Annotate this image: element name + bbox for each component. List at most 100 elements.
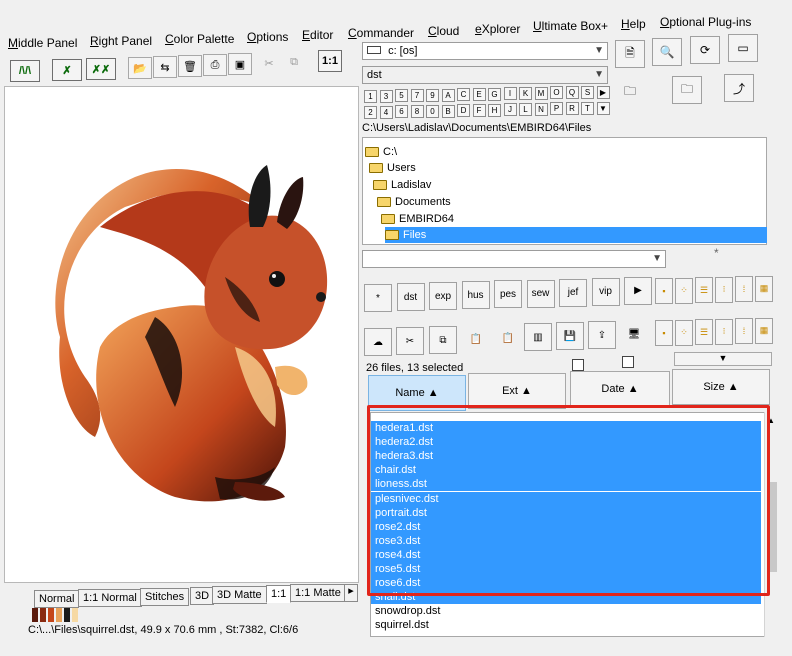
key-button[interactable]: H	[488, 103, 501, 117]
key-button[interactable]: 2	[364, 106, 377, 119]
tab-3d-matte[interactable]: 3D Matte	[212, 586, 267, 604]
menu-right-panel[interactable]: Right Panel	[90, 34, 152, 48]
column-header-size[interactable]: Size ▲	[672, 369, 770, 405]
save-files-button[interactable]: 💾	[556, 322, 584, 350]
stitch-remove-button[interactable]: ✗✗	[86, 58, 116, 80]
file-row[interactable]: hedera3.dst	[371, 449, 761, 464]
play-icon[interactable]: ▶	[596, 85, 610, 99]
tab-1to1[interactable]: 1:1	[266, 585, 292, 603]
column-header-name[interactable]: Name ▲	[368, 375, 466, 411]
cut-button[interactable]: ✂	[257, 52, 281, 74]
file-row[interactable]: rose2.dst	[371, 519, 761, 534]
ratio-1to1-button[interactable]: 1:1	[318, 50, 342, 72]
print-button[interactable]: ⎙	[203, 54, 227, 76]
key-button[interactable]: 4	[379, 105, 393, 119]
color-sort-icon[interactable]: ⁝	[715, 276, 733, 303]
key-button[interactable]: S	[581, 85, 594, 99]
save-button[interactable]: ▣	[228, 53, 252, 75]
tab-3d[interactable]: 3D	[190, 587, 215, 605]
batch-button[interactable]: ▥	[524, 323, 552, 351]
file-row[interactable]: hedera2.dst	[371, 435, 761, 450]
menu-editor[interactable]: Editor	[302, 28, 333, 42]
menu-commander[interactable]: Commander	[348, 26, 414, 40]
zoom-button[interactable]: 🔍	[652, 38, 682, 66]
format-button[interactable]: vip	[591, 277, 620, 306]
key-button[interactable]: C	[457, 88, 470, 102]
menu-help[interactable]: Help	[621, 17, 646, 31]
tree-item[interactable]: Documents	[377, 194, 451, 210]
export-button[interactable]: ⇪	[588, 321, 616, 349]
properties-button[interactable]: ▭	[728, 34, 758, 62]
color-sort-icon[interactable]: ▦	[755, 275, 773, 302]
copy-files-button[interactable]: ⧉	[429, 326, 457, 354]
file-row[interactable]: chair.dst	[371, 463, 761, 478]
color-palette-strip[interactable]	[32, 608, 78, 622]
key-button[interactable]: P	[550, 102, 563, 116]
color-sort-icon[interactable]: ▦	[755, 317, 773, 344]
move-button[interactable]: ⇆	[153, 56, 177, 78]
tab-stitches[interactable]: Stitches	[140, 588, 190, 606]
refresh-button[interactable]: ⟳	[690, 36, 720, 64]
delete-button[interactable]: 🗑	[178, 55, 202, 77]
key-button[interactable]: T	[581, 101, 594, 115]
key-button[interactable]: 5	[395, 89, 408, 103]
format-button[interactable]: jef	[559, 278, 587, 307]
color-sort-icon[interactable]: ⁝	[715, 318, 733, 345]
menu-options[interactable]: Options	[247, 30, 288, 44]
color-sort-icon[interactable]: ⁞	[735, 276, 753, 302]
color-sort-icon[interactable]: ▪	[655, 320, 673, 346]
key-button[interactable]: 3	[379, 89, 393, 103]
tab-1to1-matte[interactable]: 1:1 Matte	[290, 584, 346, 602]
color-sort-icon[interactable]: ⁘	[675, 319, 693, 346]
file-row[interactable]: lioness.dst	[371, 477, 761, 492]
column-header-date[interactable]: Date ▲	[570, 371, 670, 407]
key-button[interactable]: L	[519, 103, 532, 116]
tab-normal[interactable]: Normal	[34, 590, 80, 608]
file-row[interactable]: squirrel.dst	[371, 618, 761, 632]
tree-item[interactable]: Users	[369, 160, 416, 176]
key-button[interactable]: 1	[364, 90, 377, 103]
date-checkbox[interactable]	[622, 356, 634, 368]
file-row[interactable]: hedera1.dst	[371, 421, 761, 435]
key-button[interactable]: G	[488, 87, 501, 101]
file-row[interactable]: rose4.dst	[371, 547, 761, 562]
cloud-button[interactable]: ☁	[364, 328, 392, 356]
color-sort-icon[interactable]: ☰	[695, 277, 713, 303]
ext-checkbox[interactable]	[572, 359, 584, 371]
key-button[interactable]: D	[457, 104, 470, 118]
stitch-edit-button[interactable]: ✗	[52, 59, 82, 81]
search-input[interactable]: ▼	[362, 250, 666, 268]
format-button[interactable]: sew	[526, 279, 555, 308]
filter-select[interactable]: dst ▼	[362, 66, 608, 84]
key-button[interactable]: F	[472, 103, 486, 117]
key-button[interactable]: R	[565, 102, 579, 116]
tabs-scroll-right[interactable]: ▸	[344, 584, 358, 602]
file-row[interactable]: rose6.dst	[371, 576, 761, 591]
file-row[interactable]: portrait.dst	[371, 505, 761, 520]
play-icon[interactable]: ▶	[624, 276, 652, 305]
key-button[interactable]: N	[534, 102, 548, 116]
menu-explorer[interactable]: eXplorer	[475, 22, 520, 36]
file-list-scrollbar[interactable]: ▲	[764, 412, 778, 637]
paste-button[interactable]: 📋	[462, 325, 490, 353]
scrollbar-thumb[interactable]	[767, 482, 777, 572]
file-row[interactable]: rose3.dst	[371, 533, 761, 548]
tree-item[interactable]: Ladislav	[373, 177, 431, 193]
tab-1to1-normal[interactable]: 1:1 Normal	[78, 589, 142, 607]
tree-item[interactable]: C:\	[365, 144, 397, 160]
stitch-view-button[interactable]: /\/\	[10, 60, 40, 82]
key-button[interactable]: B	[441, 104, 455, 118]
key-button[interactable]: I	[503, 87, 517, 101]
menu-ultimate-box[interactable]: Ultimate Box+	[533, 19, 608, 33]
color-sort-icon[interactable]: ☰	[695, 319, 713, 345]
design-preview-panel[interactable]	[4, 86, 359, 583]
chevron-down-icon[interactable]: ▼	[596, 101, 610, 115]
tree-item-selected[interactable]: Files	[385, 227, 767, 243]
key-button[interactable]: 0	[426, 104, 439, 118]
file-info-button[interactable]: 🗎	[615, 40, 645, 68]
cut-files-button[interactable]: ✂	[396, 327, 424, 355]
key-button[interactable]: 6	[395, 105, 408, 119]
key-button[interactable]: M	[534, 86, 548, 100]
menu-middle-panel[interactable]: Middle Panel	[8, 36, 77, 50]
color-sort-icon[interactable]: ▪	[655, 278, 673, 304]
